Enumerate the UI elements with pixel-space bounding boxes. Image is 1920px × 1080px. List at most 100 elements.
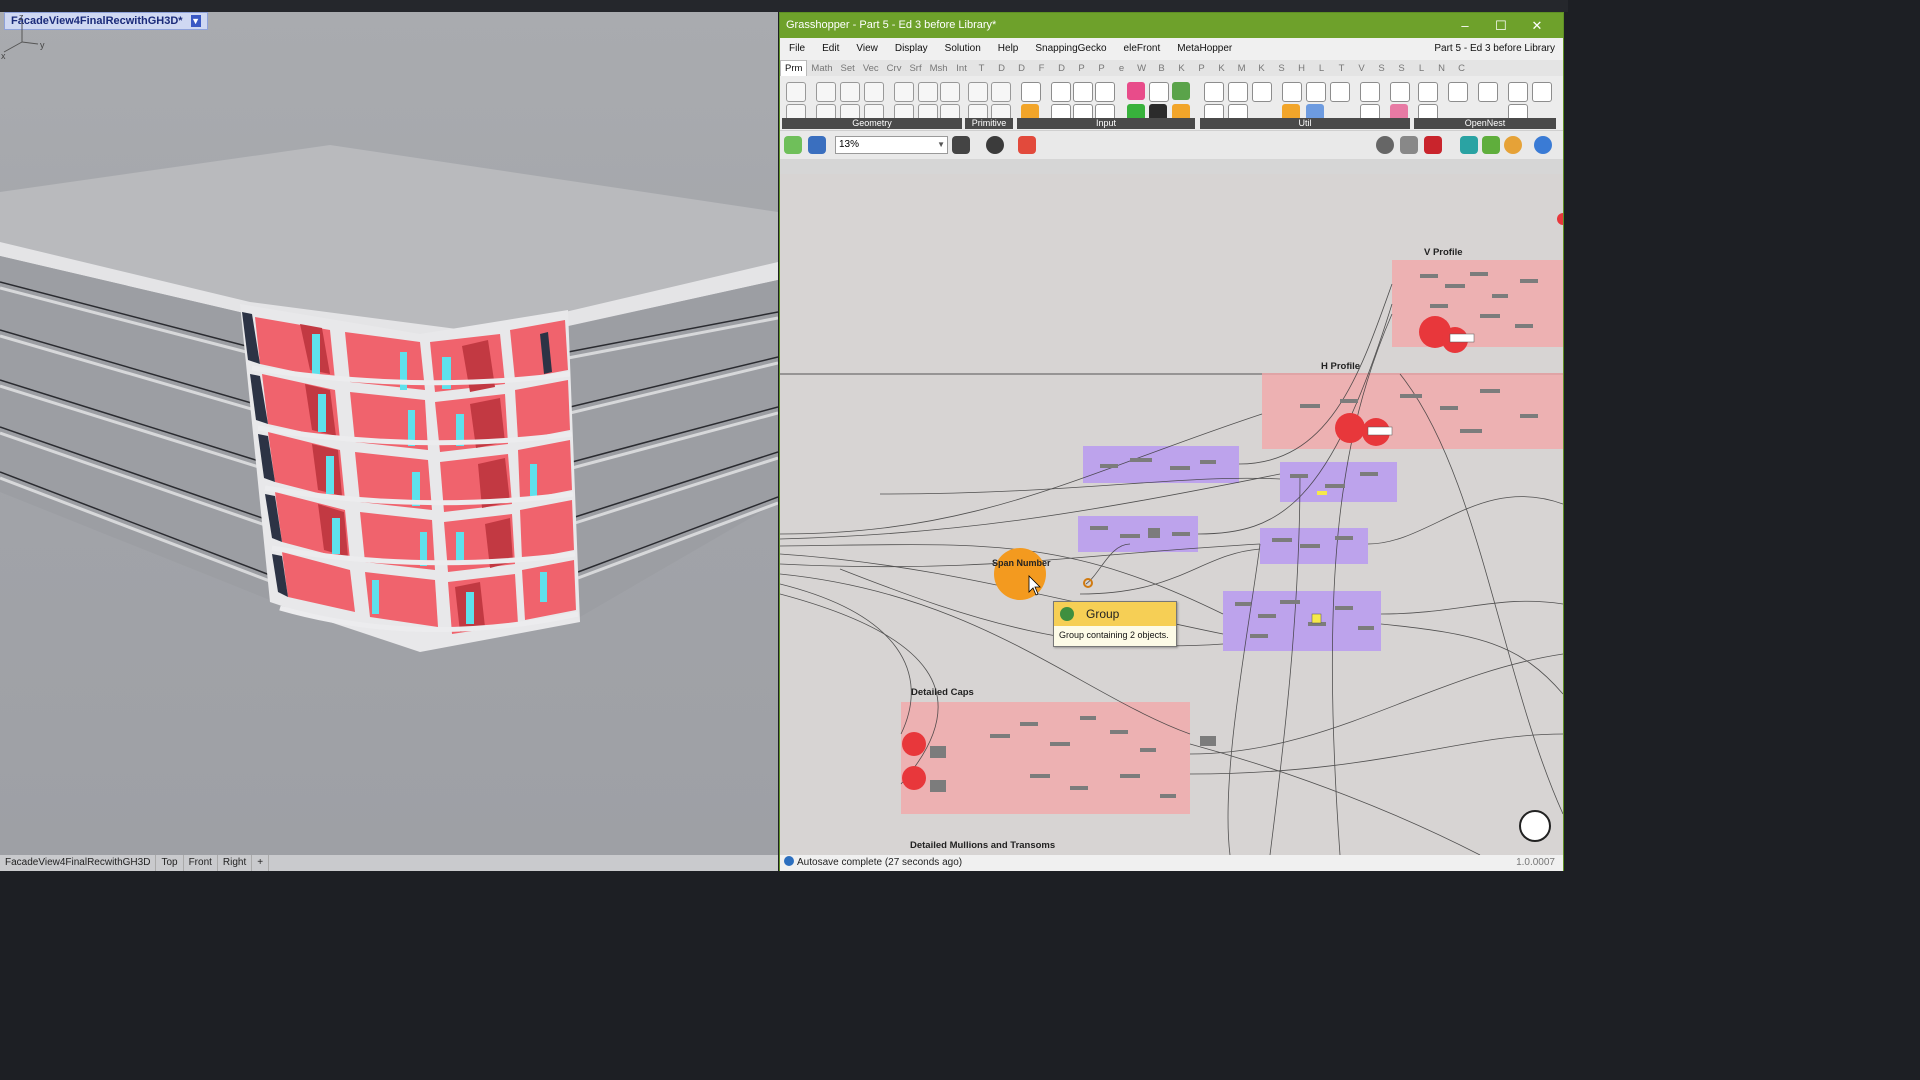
surface-param-icon[interactable] <box>864 82 884 102</box>
tab-msh[interactable]: Msh <box>926 61 952 77</box>
save-file-icon[interactable] <box>808 136 826 154</box>
panel-opennest-label[interactable]: OpenNest <box>1414 118 1556 129</box>
tab-set[interactable]: Set <box>837 61 859 77</box>
graph-mapper-icon[interactable] <box>1172 82 1190 100</box>
tab-t[interactable]: T <box>1332 61 1352 77</box>
curve-param-icon[interactable] <box>840 82 860 102</box>
scribble-util-icon[interactable] <box>1228 82 1248 102</box>
tab-l[interactable]: L <box>1312 61 1332 77</box>
tab-p[interactable]: P <box>1092 61 1112 77</box>
opennest-star-icon[interactable] <box>1418 82 1438 102</box>
brep-param-icon[interactable] <box>894 82 914 102</box>
button-input-icon[interactable] <box>1021 82 1041 102</box>
circle-param-icon[interactable] <box>816 82 836 102</box>
maximize-button[interactable]: ☐ <box>1483 13 1519 38</box>
tab-m[interactable]: M <box>1232 61 1252 77</box>
sketch-pen-icon[interactable] <box>1018 136 1036 154</box>
menu-solution[interactable]: Solution <box>936 43 989 54</box>
mesh-preview-icon[interactable] <box>1534 136 1552 154</box>
tab-l[interactable]: L <box>1412 61 1432 77</box>
menu-metahopper[interactable]: MetaHopper <box>1168 43 1240 54</box>
arrow-right-icon[interactable] <box>1360 82 1380 102</box>
tab-p[interactable]: P <box>1192 61 1212 77</box>
panel-primitive-label[interactable]: Primitive <box>965 118 1013 129</box>
add-viewport-tab-icon[interactable]: + <box>252 855 270 871</box>
panel-input-icon[interactable] <box>1095 82 1115 102</box>
tab-b[interactable]: B <box>1152 61 1172 77</box>
gh-canvas[interactable]: V Profile H Profile Span Number Detailed… <box>780 174 1563 855</box>
menu-snappinggecko[interactable]: SnappingGecko <box>1026 43 1114 54</box>
cluster-util-icon[interactable] <box>1282 82 1302 102</box>
tab-t[interactable]: T <box>972 61 992 77</box>
opennest-grid-icon[interactable] <box>1508 82 1528 102</box>
tab-srf[interactable]: Srf <box>905 61 925 77</box>
menu-file[interactable]: File <box>780 43 813 54</box>
menu-edit[interactable]: Edit <box>813 43 847 54</box>
document-preview-icon[interactable] <box>1482 136 1500 154</box>
close-button[interactable]: ✕ <box>1519 13 1555 38</box>
tab-h[interactable]: H <box>1292 61 1312 77</box>
tab-int[interactable]: Int <box>952 61 972 77</box>
tab-math[interactable]: Math <box>807 61 836 77</box>
window-title-bar[interactable]: Grasshopper - Part 5 - Ed 3 before Libra… <box>780 13 1563 38</box>
toggle-input-icon[interactable] <box>1073 82 1093 102</box>
rhino-viewport[interactable]: FacadeView4FinalRecwithGH3D* ▼ z x y <box>0 12 778 855</box>
gradient-input-icon[interactable] <box>1127 82 1145 100</box>
tab-p[interactable]: P <box>1072 61 1092 77</box>
tab-prm[interactable]: Prm <box>780 60 808 77</box>
tab-f[interactable]: F <box>1032 61 1052 77</box>
menu-view[interactable]: View <box>847 43 886 54</box>
shaded-preview-icon[interactable] <box>1424 136 1442 154</box>
selected-preview-icon[interactable] <box>1460 136 1478 154</box>
tab-perspective-view[interactable]: FacadeView4FinalRecwithGH3D <box>0 855 157 871</box>
preview-mode-icon[interactable] <box>1376 136 1394 154</box>
zoom-select[interactable]: 13% ▼ <box>835 136 948 154</box>
material-preview-icon[interactable] <box>1504 136 1522 154</box>
tab-vec[interactable]: Vec <box>859 61 883 77</box>
zoom-extents-icon[interactable] <box>952 136 970 154</box>
opennest-gear-icon[interactable] <box>1532 82 1552 102</box>
text-util-icon[interactable] <box>1252 82 1272 102</box>
boolean-param-icon[interactable] <box>968 82 988 102</box>
tab-right-view[interactable]: Right <box>218 855 253 871</box>
geometry-param-icon[interactable] <box>786 82 806 102</box>
relay-util-icon[interactable] <box>1204 82 1224 102</box>
tab-d[interactable]: D <box>1052 61 1072 77</box>
minimize-button[interactable]: – <box>1447 13 1483 38</box>
calendar-input-icon[interactable] <box>1149 82 1169 102</box>
preview-util-icon[interactable] <box>1390 82 1410 102</box>
tab-crv[interactable]: Crv <box>883 61 906 77</box>
wireframe-preview-icon[interactable] <box>1400 136 1418 154</box>
tab-k[interactable]: K <box>1212 61 1232 77</box>
tab-k[interactable]: K <box>1172 61 1192 77</box>
tab-front-view[interactable]: Front <box>184 855 218 871</box>
viewport-menu-arrow-icon[interactable]: ▼ <box>190 15 201 27</box>
preview-eye-icon[interactable] <box>986 136 1004 154</box>
open-file-icon[interactable] <box>784 136 802 154</box>
tab-k[interactable]: K <box>1252 61 1272 77</box>
tab-d[interactable]: D <box>1012 61 1032 77</box>
tab-d[interactable]: D <box>992 61 1012 77</box>
loop-util-icon[interactable] <box>1330 82 1350 102</box>
pencil-util-icon[interactable] <box>1306 82 1326 102</box>
tab-top-view[interactable]: Top <box>156 855 184 871</box>
menu-elefront[interactable]: eleFront <box>1115 43 1169 54</box>
tab-v[interactable]: V <box>1352 61 1372 77</box>
mesh-param-icon[interactable] <box>918 82 938 102</box>
opennest-tag-icon[interactable] <box>1478 82 1498 102</box>
tab-s[interactable]: S <box>1372 61 1392 77</box>
slider-input-icon[interactable] <box>1051 82 1071 102</box>
panel-input-label[interactable]: Input <box>1017 118 1195 129</box>
tab-c[interactable]: C <box>1452 61 1472 77</box>
tab-w[interactable]: W <box>1132 61 1152 77</box>
integer-param-icon[interactable] <box>991 82 1011 102</box>
subd-param-icon[interactable] <box>940 82 960 102</box>
menu-help[interactable]: Help <box>989 43 1027 54</box>
tab-s[interactable]: S <box>1272 61 1292 77</box>
opennest-text-icon[interactable] <box>1448 82 1468 102</box>
tab-s[interactable]: S <box>1392 61 1412 77</box>
tab-n[interactable]: N <box>1432 61 1452 77</box>
tab-e[interactable]: e <box>1112 61 1132 77</box>
document-name[interactable]: Part 5 - Ed 3 before Library <box>1434 38 1555 60</box>
panel-geometry-label[interactable]: Geometry <box>782 118 962 129</box>
